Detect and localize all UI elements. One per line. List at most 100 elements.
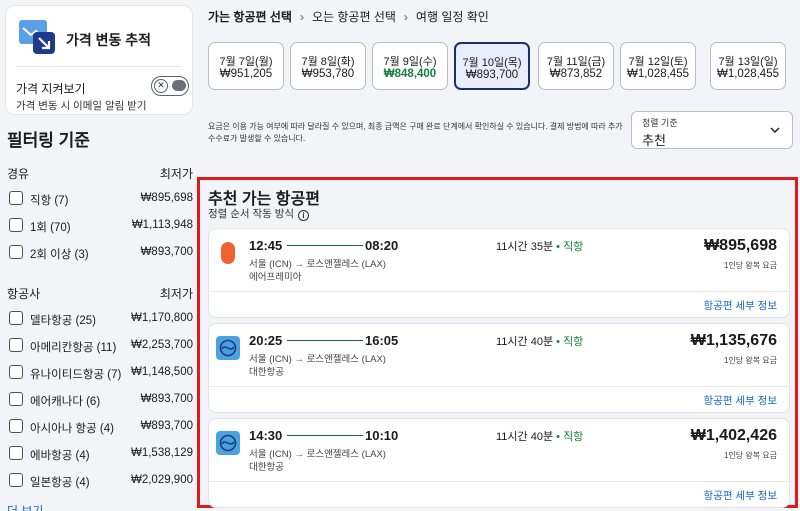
checkbox[interactable] — [9, 446, 23, 460]
airline-name: 대한항공 — [249, 462, 284, 473]
filter-option-label: 에바항공 (4) — [30, 450, 90, 462]
filter-option-label: 에어캐나다 (6) — [30, 396, 101, 408]
price-note: 1인당 왕복 요금 — [723, 356, 777, 365]
stops-heading: 경유 최저가 — [7, 165, 193, 182]
date-option[interactable]: 7월 12일(토) ₩1,028,455 — [620, 42, 696, 90]
korean-air-logo-icon — [216, 336, 240, 360]
filter-option-airline[interactable]: 델타항공 (25) ₩1,170,800 — [9, 310, 193, 328]
filter-option-nonstop[interactable]: 직항 (7) ₩895,698 — [9, 190, 193, 208]
breadcrumb-step-outbound[interactable]: 가는 항공편 선택 — [208, 10, 292, 24]
breadcrumb-step-return[interactable]: 오는 항공편 선택 — [312, 10, 396, 24]
price-trend-icon — [19, 20, 55, 54]
date-label: 7월 12일(토) — [628, 56, 688, 68]
date-option[interactable]: 7월 8일(화) ₩953,780 — [290, 42, 366, 90]
filter-option-label: 아메리칸항공 (11) — [30, 342, 117, 354]
checkbox[interactable] — [9, 473, 23, 487]
checkbox[interactable] — [9, 245, 23, 259]
watch-price-label: 가격 지켜보기 — [16, 82, 86, 96]
divider — [209, 291, 789, 292]
arrival-time: 08:20 — [365, 238, 399, 253]
info-icon[interactable]: i — [298, 210, 310, 221]
air-premia-logo-icon — [221, 242, 235, 264]
filter-option-price: ₩2,029,900 — [130, 474, 193, 486]
stops-price-heading: 최저가 — [159, 167, 193, 181]
airlines-heading: 항공사 최저가 — [7, 285, 193, 302]
flight-price: ₩895,698 — [704, 237, 777, 254]
flight-route: 서울 (ICN) → 로스앤젤레스 (LAX) — [249, 449, 386, 460]
checkbox[interactable] — [9, 365, 23, 379]
duration-separator: • — [556, 431, 560, 443]
price-alert-card: 가격 변동 추적 가격 지켜보기 가격 변동 시 이메일 알림 받기 ✕ — [5, 5, 193, 115]
filter-option-airline[interactable]: 에바항공 (4) ₩1,538,129 — [9, 445, 193, 463]
checkbox[interactable] — [9, 191, 23, 205]
flight-duration: 11시간 35분 • 직항 — [496, 238, 583, 254]
filter-title: 필터링 기준 — [7, 131, 90, 150]
filter-option-label: 델타항공 (25) — [30, 315, 96, 327]
sort-info[interactable]: 정렬 순서 작동 방식 i — [208, 206, 310, 221]
price-note: 1인당 왕복 요금 — [723, 261, 777, 270]
flight-card[interactable]: 20:25 16:05 서울 (ICN) → 로스앤젤레스 (LAX) 대한항공… — [208, 323, 790, 413]
toggle-off-icon: ✕ — [154, 78, 168, 93]
filter-option-label: 일본항공 (4) — [30, 477, 90, 489]
filter-option-two-plus-stops[interactable]: 2회 이상 (3) ₩893,700 — [9, 244, 193, 262]
filter-option-price: ₩893,700 — [140, 246, 193, 258]
checkbox[interactable] — [9, 392, 23, 406]
date-option[interactable]: 7월 13일(일) ₩1,028,455 — [710, 42, 786, 90]
flight-card[interactable]: 14:30 10:10 서울 (ICN) → 로스앤젤레스 (LAX) 대한항공… — [208, 418, 790, 508]
sort-info-label: 정렬 순서 작동 방식 — [208, 208, 295, 220]
filter-option-airline[interactable]: 유나이티드항공 (7) ₩1,148,500 — [9, 364, 193, 382]
price-watch-toggle[interactable]: ✕ — [151, 76, 189, 96]
date-price: ₩951,205 — [219, 68, 273, 80]
filter-option-one-stop[interactable]: 1회 (70) ₩1,113,948 — [9, 217, 193, 235]
date-label: 7월 10일(목) — [462, 57, 522, 69]
date-option[interactable]: 7월 11일(금) ₩873,852 — [538, 42, 614, 90]
date-label: 7월 13일(일) — [718, 56, 778, 68]
duration-text: 11시간 40분 — [496, 431, 554, 443]
filter-option-price: ₩893,700 — [140, 420, 193, 432]
alert-title: 가격 변동 추적 — [66, 32, 152, 48]
nonstop-label: 직항 — [563, 241, 584, 253]
divider — [209, 386, 789, 387]
flight-price: ₩1,135,676 — [690, 332, 777, 349]
date-option-selected[interactable]: 7월 10일(목) ₩893,700 — [454, 42, 530, 90]
korean-air-logo-icon — [216, 431, 240, 455]
breadcrumb-step-review[interactable]: 여행 일정 확인 — [416, 10, 489, 24]
flight-duration: 11시간 40분 • 직항 — [496, 428, 583, 444]
flight-details-link[interactable]: 항공편 세부 정보 — [704, 393, 777, 408]
filter-option-airline[interactable]: 일본항공 (4) ₩2,029,900 — [9, 472, 193, 490]
chevron-right-icon: › — [403, 10, 408, 24]
checkbox[interactable] — [9, 218, 23, 232]
checkbox[interactable] — [9, 419, 23, 433]
departure-time: 20:25 — [249, 333, 283, 348]
nonstop-label: 직항 — [563, 431, 584, 443]
flight-details-link[interactable]: 항공편 세부 정보 — [704, 488, 777, 503]
watch-price-subtext: 가격 변동 시 이메일 알림 받기 — [16, 100, 147, 112]
sort-dropdown[interactable]: 정렬 기준 추천 — [631, 111, 793, 149]
filter-option-airline[interactable]: 에어캐나다 (6) ₩893,700 — [9, 391, 193, 409]
recommended-flights-panel: 추천 가는 항공편 정렬 순서 작동 방식 i 12:45 08:20 서울 (I… — [197, 177, 798, 508]
airlines-price-heading: 최저가 — [159, 287, 193, 301]
filter-option-airline[interactable]: 아시아나 항공 (4) ₩893,700 — [9, 418, 193, 436]
filter-option-label: 직항 (7) — [30, 195, 69, 207]
airlines-heading-label: 항공사 — [7, 287, 41, 301]
filter-option-airline[interactable]: 아메리칸항공 (11) ₩2,253,700 — [9, 337, 193, 355]
fare-notice: 요금은 이용 가능 여부에 따라 달라질 수 있으며, 최종 금액은 구매 완료… — [208, 122, 623, 143]
flight-line — [287, 245, 363, 246]
show-more-link[interactable]: 더 보기 — [7, 502, 43, 511]
date-price: ₩893,700 — [465, 69, 519, 81]
filter-option-price: ₩1,170,800 — [130, 312, 193, 324]
checkbox[interactable] — [9, 311, 23, 325]
nonstop-label: 직항 — [563, 336, 584, 348]
date-option[interactable]: 7월 7일(월) ₩951,205 — [208, 42, 284, 90]
date-option-cheapest[interactable]: 7월 9일(수) ₩848,400 — [372, 42, 448, 90]
flight-line — [287, 435, 363, 436]
flight-duration: 11시간 40분 • 직항 — [496, 333, 583, 349]
stops-heading-label: 경유 — [7, 167, 30, 181]
sort-value: 추천 — [642, 133, 666, 148]
checkbox[interactable] — [9, 338, 23, 352]
divider — [209, 481, 789, 482]
flight-details-link[interactable]: 항공편 세부 정보 — [704, 298, 777, 313]
date-label: 7월 9일(수) — [383, 56, 437, 68]
sidebar: 가격 변동 추적 가격 지켜보기 가격 변동 시 이메일 알림 받기 ✕ 필터링… — [0, 0, 200, 511]
flight-card[interactable]: 12:45 08:20 서울 (ICN) → 로스앤젤레스 (LAX) 에어프레… — [208, 228, 790, 318]
